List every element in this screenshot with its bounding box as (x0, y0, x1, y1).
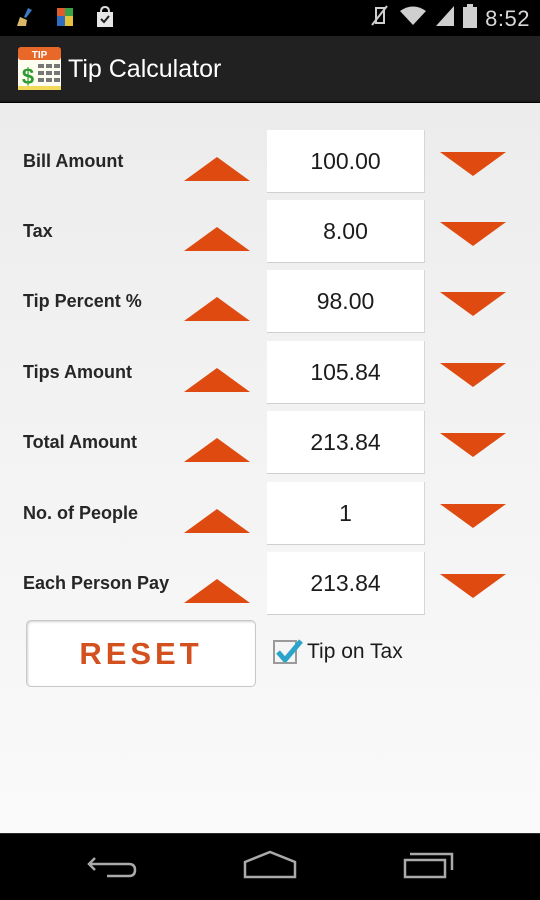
value-field[interactable]: 105.84 (267, 341, 425, 404)
row-label: Bill Amount (23, 151, 124, 171)
row-each-person-pay: Each Person Pay 213.84 (0, 552, 540, 616)
reset-button-label: RESET (79, 635, 203, 671)
decrement-arrow-down-icon[interactable] (440, 292, 506, 316)
row-label: Each Person Pay (23, 573, 170, 593)
decrement-arrow-down-icon[interactable] (440, 504, 506, 528)
app-logo-icon: TIP $ (18, 47, 61, 90)
back-icon[interactable] (85, 850, 145, 884)
row-tips-amount: Tips Amount 105.84 (0, 341, 540, 405)
cleaner-broom-icon (14, 6, 36, 28)
decrement-arrow-down-icon[interactable] (440, 574, 506, 598)
home-icon[interactable] (240, 850, 300, 884)
vibrate-off-icon (369, 3, 391, 34)
status-time: 8:52 (485, 5, 530, 31)
increment-arrow-up-icon[interactable] (184, 509, 250, 533)
row-label: No. of People (23, 503, 139, 523)
increment-arrow-up-icon[interactable] (184, 368, 250, 392)
value-field[interactable]: 8.00 (267, 200, 425, 263)
wifi-icon (399, 5, 427, 32)
battery-icon (463, 4, 478, 33)
value-field[interactable]: 98.00 (267, 270, 425, 333)
decrement-arrow-down-icon[interactable] (440, 152, 506, 176)
app-title: Tip Calculator (68, 55, 222, 83)
increment-arrow-up-icon[interactable] (184, 579, 250, 603)
svg-text:TIP: TIP (32, 50, 48, 61)
row-label: Tax (23, 221, 53, 241)
decrement-arrow-down-icon[interactable] (440, 222, 506, 246)
action-bar: TIP $ Tip Calculator (0, 36, 540, 102)
reset-button[interactable]: RESET (26, 620, 256, 687)
recent-apps-icon[interactable] (400, 850, 460, 884)
increment-arrow-up-icon[interactable] (184, 227, 250, 251)
notification-icons (14, 5, 116, 28)
increment-arrow-up-icon[interactable] (184, 297, 250, 321)
svg-text:$: $ (22, 64, 34, 89)
decrement-arrow-down-icon[interactable] (440, 433, 506, 457)
system-icons: 8:52 (369, 3, 530, 34)
value-field[interactable]: 213.84 (267, 552, 425, 615)
decrement-arrow-down-icon[interactable] (440, 363, 506, 387)
navigation-bar (0, 833, 540, 900)
value-field[interactable]: 100.00 (267, 130, 425, 193)
value-field[interactable]: 213.84 (267, 411, 425, 474)
row-label: Total Amount (23, 432, 137, 452)
row-tax: Tax 8.00 (0, 200, 540, 264)
increment-arrow-up-icon[interactable] (184, 438, 250, 462)
increment-arrow-up-icon[interactable] (184, 157, 250, 181)
tip-on-tax-label: Tip on Tax (307, 640, 403, 663)
tip-on-tax-checkbox[interactable]: Tip on Tax (273, 639, 403, 664)
row-label: Tip Percent % (23, 291, 142, 311)
row-no-of-people: No. of People 1 (0, 482, 540, 546)
row-total-amount: Total Amount 213.84 (0, 411, 540, 475)
value-field[interactable]: 1 (267, 482, 425, 545)
row-bill-amount: Bill Amount 100.00 (0, 130, 540, 194)
antivirus-icon (54, 6, 76, 28)
row-tip-percent: Tip Percent % 98.00 (0, 270, 540, 334)
signal-icon (435, 5, 455, 32)
checkbox-checked-icon[interactable] (273, 639, 303, 664)
shopping-bag-check-icon (94, 5, 116, 28)
row-label: Tips Amount (23, 362, 132, 382)
status-bar: 8:52 (0, 0, 540, 36)
calculator-content: Bill Amount 100.00 Tax 8.00 Tip Percent … (0, 103, 540, 833)
